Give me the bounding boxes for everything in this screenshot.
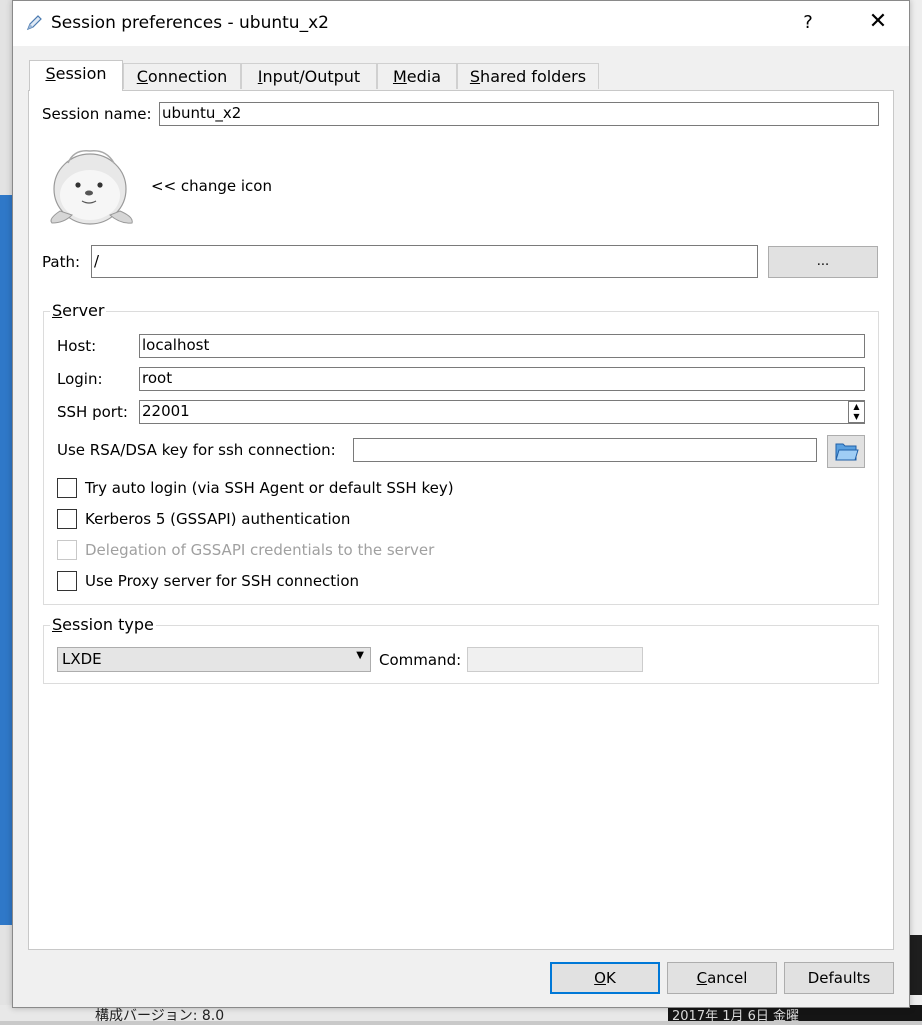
tab-input-output[interactable]: Input/Output: [241, 63, 377, 89]
folder-open-icon: [835, 443, 859, 461]
session-preferences-dialog: Session preferences - ubuntu_x2 ? ✕ Sess…: [12, 0, 910, 1008]
background-right: [910, 0, 922, 1021]
tab-session-mnemonic: S: [45, 64, 56, 83]
session-type-mnemonic: S: [52, 615, 63, 634]
session-icon[interactable]: [44, 143, 140, 227]
tab-input-output-label: nput/Output: [262, 67, 361, 86]
kerberos-label: Kerberos 5 (GSSAPI) authentication: [85, 510, 351, 528]
session-type-group-label: ession type: [62, 615, 154, 634]
browse-path-button[interactable]: ...: [768, 246, 878, 278]
server-group-title: Server: [50, 301, 107, 320]
cancel-button[interactable]: Cancel: [667, 962, 777, 994]
background-left-blue: [0, 195, 12, 925]
rsa-key-label: Use RSA/DSA key for ssh connection:: [57, 441, 336, 459]
chevron-down-icon: ▼: [356, 650, 364, 661]
tab-connection[interactable]: Connection: [123, 63, 241, 89]
session-type-select[interactable]: LXDE ▼: [57, 647, 371, 672]
host-label: Host:: [57, 337, 97, 355]
tab-session[interactable]: Session: [29, 60, 123, 91]
ok-label: K: [605, 969, 616, 987]
close-button[interactable]: ✕: [863, 7, 893, 37]
login-label: Login:: [57, 370, 103, 388]
command-input: [467, 647, 643, 672]
kerberos-checkbox[interactable]: [57, 509, 77, 529]
ok-mnemonic: O: [594, 969, 606, 987]
background-right-terminal: [910, 935, 922, 995]
cancel-label: ancel: [707, 969, 748, 987]
ok-button[interactable]: OK: [550, 962, 660, 994]
tab-connection-mnemonic: C: [136, 67, 148, 86]
rsa-key-input[interactable]: [353, 438, 817, 462]
help-button[interactable]: ?: [798, 12, 818, 33]
gssapi-delegation-checkbox: [57, 540, 77, 560]
tab-connection-label: onnection: [147, 67, 228, 86]
gssapi-delegation-label: Delegation of GSSAPI credentials to the …: [85, 541, 435, 559]
auto-login-label: Try auto login (via SSH Agent or default…: [85, 479, 454, 497]
defaults-button[interactable]: Defaults: [784, 962, 894, 994]
server-group-label: erver: [62, 301, 105, 320]
server-group-mnemonic: S: [52, 301, 63, 320]
ssh-port-label: SSH port:: [57, 403, 128, 421]
ssh-port-input[interactable]: 22001: [139, 400, 865, 424]
ssh-port-spinner[interactable]: ▲ ▼: [848, 401, 865, 423]
auto-login-checkbox[interactable]: [57, 478, 77, 498]
session-name-input[interactable]: ubuntu_x2: [159, 102, 879, 126]
path-label: Path:: [42, 253, 81, 271]
tab-shared-folders-mnemonic: S: [469, 67, 481, 86]
tab-media-mnemonic: M: [392, 67, 407, 86]
login-input[interactable]: root: [139, 367, 865, 391]
spin-down-icon[interactable]: ▼: [849, 412, 864, 422]
tab-media[interactable]: Media: [377, 63, 457, 89]
tab-media-label: edia: [406, 67, 442, 86]
session-type-value: LXDE: [62, 650, 102, 668]
seal-icon: [50, 150, 133, 225]
proxy-label: Use Proxy server for SSH connection: [85, 572, 360, 590]
cancel-mnemonic: C: [696, 969, 708, 987]
command-label: Command:: [379, 651, 462, 669]
window-title: Session preferences - ubuntu_x2: [51, 13, 329, 33]
tab-session-label: ession: [55, 64, 107, 83]
pencil-icon: [25, 14, 43, 32]
tab-shared-folders[interactable]: Shared folders: [457, 63, 599, 89]
session-tab-panel: Session name: ubuntu_x2 << change icon P…: [28, 90, 894, 950]
proxy-checkbox[interactable]: [57, 571, 77, 591]
tab-shared-folders-label: hared folders: [480, 67, 587, 86]
title-bar: Session preferences - ubuntu_x2 ? ✕: [13, 1, 909, 46]
path-input[interactable]: /: [91, 245, 758, 278]
session-name-label: Session name:: [42, 105, 152, 123]
spin-up-icon[interactable]: ▲: [849, 402, 864, 412]
browse-key-button[interactable]: [827, 435, 865, 468]
change-icon-link[interactable]: << change icon: [151, 177, 272, 195]
host-input[interactable]: localhost: [139, 334, 865, 358]
background-bottom-text: 構成バージョン: 8.0: [95, 1008, 225, 1024]
session-type-group-title: Session type: [50, 615, 156, 634]
